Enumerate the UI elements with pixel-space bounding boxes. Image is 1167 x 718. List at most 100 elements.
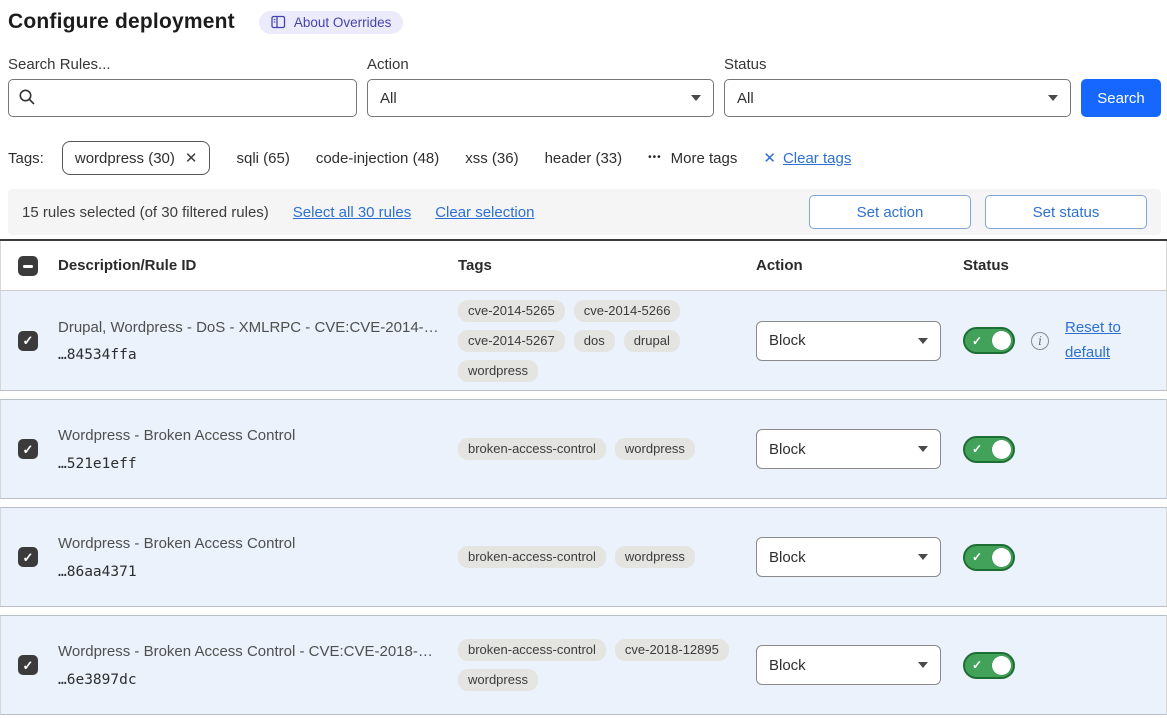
row-action-select[interactable]: Block <box>756 321 941 361</box>
indeterminate-icon <box>23 265 33 268</box>
chevron-down-icon <box>918 662 928 668</box>
rule-description: Wordpress - Broken Access Control <box>58 534 442 554</box>
chevron-down-icon <box>691 95 701 101</box>
tag-filter[interactable]: code-injection (48) <box>316 150 439 167</box>
table-row: ✓ Wordpress - Broken Access Control - CV… <box>0 615 1167 715</box>
check-icon: ✓ <box>972 335 982 347</box>
row-action-value: Block <box>769 657 806 674</box>
status-toggle[interactable]: ✓ <box>963 436 1015 463</box>
column-header-action: Action <box>756 257 963 274</box>
search-rules-label: Search Rules... <box>8 56 357 73</box>
toggle-knob <box>992 331 1011 350</box>
chevron-down-icon <box>918 338 928 344</box>
rule-id: …6e3897dc <box>58 672 442 688</box>
table-header: Description/Rule ID Tags Action Status <box>0 241 1167 291</box>
clear-tags-link[interactable]: ✕ Clear tags <box>763 149 851 167</box>
check-icon: ✓ <box>23 443 34 456</box>
chevron-down-icon <box>918 554 928 560</box>
check-icon: ✓ <box>972 551 982 563</box>
selection-summary: 15 rules selected (of 30 filtered rules) <box>22 204 269 221</box>
row-checkbox[interactable]: ✓ <box>18 331 38 351</box>
row-checkbox[interactable]: ✓ <box>18 439 38 459</box>
book-icon <box>271 15 286 29</box>
status-filter-label: Status <box>724 56 1071 73</box>
row-action-value: Block <box>769 549 806 566</box>
rule-tag: broken-access-control <box>458 639 606 661</box>
row-checkbox[interactable]: ✓ <box>18 655 38 675</box>
ellipsis-icon: ••• <box>648 152 662 163</box>
reset-to-default-link[interactable]: Reset to default <box>1065 316 1131 366</box>
configure-deployment-page: Configure deployment About Overrides Sea… <box>0 0 1167 715</box>
row-action-value: Block <box>769 441 806 458</box>
check-icon: ✓ <box>23 659 34 672</box>
row-action-select[interactable]: Block <box>756 537 941 577</box>
rule-tag: wordpress <box>615 438 695 460</box>
row-action-select[interactable]: Block <box>756 429 941 469</box>
rule-tag: wordpress <box>615 546 695 568</box>
status-toggle[interactable]: ✓ <box>963 327 1015 354</box>
check-icon: ✓ <box>972 659 982 671</box>
rule-tag: cve-2014-5265 <box>458 300 565 322</box>
row-checkbox[interactable]: ✓ <box>18 547 38 567</box>
filter-bar: Search Rules... Action All Status <box>8 56 1161 117</box>
about-overrides-badge[interactable]: About Overrides <box>259 11 404 34</box>
table-row: ✓ Wordpress - Broken Access Control …521… <box>0 399 1167 499</box>
chevron-down-icon <box>918 446 928 452</box>
rule-description: Wordpress - Broken Access Control <box>58 426 442 446</box>
rule-tag: dos <box>574 330 615 352</box>
remove-tag-icon[interactable]: ✕ <box>185 149 198 167</box>
selected-tag-chip[interactable]: wordpress (30) ✕ <box>62 141 211 175</box>
select-all-rules-link[interactable]: Select all 30 rules <box>293 204 411 221</box>
set-status-button[interactable]: Set status <box>985 195 1147 229</box>
rule-id: …521e1eff <box>58 456 442 472</box>
selected-tag-label: wordpress (30) <box>75 150 175 167</box>
tag-filter[interactable]: sqli (65) <box>236 150 289 167</box>
selection-bar: 15 rules selected (of 30 filtered rules)… <box>8 189 1161 235</box>
rule-tag: broken-access-control <box>458 438 606 460</box>
rule-id: …84534ffa <box>58 347 442 363</box>
rule-tag: cve-2018-12895 <box>615 639 729 661</box>
column-header-tags: Tags <box>458 257 756 274</box>
rule-tags: broken-access-control wordpress <box>458 546 756 568</box>
tag-filter[interactable]: header (33) <box>545 150 623 167</box>
status-toggle[interactable]: ✓ <box>963 652 1015 679</box>
action-filter-label: Action <box>367 56 714 73</box>
search-button[interactable]: Search <box>1081 79 1161 117</box>
column-header-status: Status <box>963 257 1166 274</box>
toggle-knob <box>992 440 1011 459</box>
close-icon: ✕ <box>763 149 776 167</box>
page-header: Configure deployment About Overrides <box>8 10 1161 34</box>
status-filter-field: Status All <box>724 56 1071 117</box>
table-body: ✓ Drupal, Wordpress - DoS - XMLRPC - CVE… <box>0 291 1167 715</box>
row-action-select[interactable]: Block <box>756 645 941 685</box>
rule-tag: wordpress <box>458 360 538 382</box>
select-all-checkbox[interactable] <box>18 256 38 276</box>
row-action-value: Block <box>769 332 806 349</box>
toggle-knob <box>992 656 1011 675</box>
tag-list: sqli (65) code-injection (48) xss (36) head… <box>236 150 622 167</box>
rule-tag: drupal <box>624 330 680 352</box>
rule-tag: broken-access-control <box>458 546 606 568</box>
set-action-button[interactable]: Set action <box>809 195 971 229</box>
clear-tags-label: Clear tags <box>783 150 851 167</box>
status-filter-select[interactable]: All <box>724 79 1071 117</box>
clear-selection-link[interactable]: Clear selection <box>435 204 534 221</box>
rule-description: Wordpress - Broken Access Control - CVE:… <box>58 642 442 662</box>
rule-tags: broken-access-control wordpress <box>458 438 756 460</box>
search-icon <box>18 88 36 110</box>
search-rules-input[interactable] <box>8 79 357 117</box>
tag-filter[interactable]: xss (36) <box>465 150 518 167</box>
check-icon: ✓ <box>972 443 982 455</box>
rule-tag: cve-2014-5267 <box>458 330 565 352</box>
rule-tags: cve-2014-5265cve-2014-5266cve-2014-5267d… <box>458 300 756 382</box>
info-icon[interactable]: i <box>1031 332 1049 350</box>
rule-id: …86aa4371 <box>58 564 442 580</box>
status-toggle[interactable]: ✓ <box>963 544 1015 571</box>
table-row: ✓ Drupal, Wordpress - DoS - XMLRPC - CVE… <box>0 291 1167 391</box>
action-filter-field: Action All <box>367 56 714 117</box>
action-filter-select[interactable]: All <box>367 79 714 117</box>
rules-table: Description/Rule ID Tags Action Status ✓… <box>0 239 1167 715</box>
toggle-knob <box>992 548 1011 567</box>
check-icon: ✓ <box>23 334 34 347</box>
more-tags-button[interactable]: ••• More tags <box>648 150 737 167</box>
